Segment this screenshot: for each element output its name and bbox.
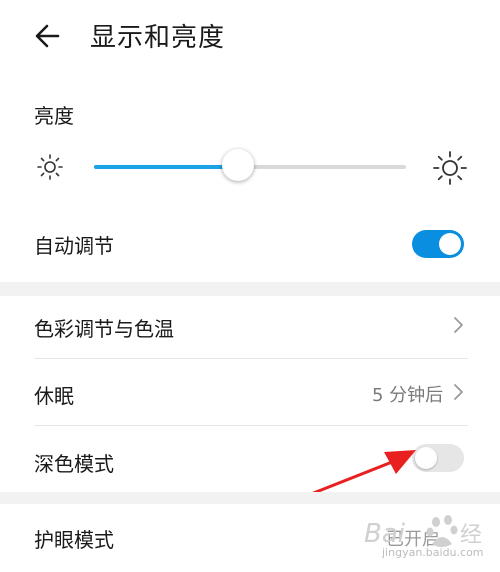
- sun-small-icon: [37, 154, 63, 180]
- auto-adjust-label: 自动调节: [34, 234, 114, 258]
- section-divider: [0, 282, 500, 296]
- svg-text:Bai: Bai: [364, 519, 406, 549]
- row-divider: [34, 425, 468, 426]
- sun-large-icon: [433, 151, 467, 185]
- brightness-label: 亮度: [34, 104, 74, 128]
- page-title: 显示和亮度: [90, 23, 226, 53]
- watermark-url: jingyan.baidu.com: [382, 546, 484, 559]
- baidu-watermark-logo: Bai 经: [364, 515, 482, 549]
- auto-adjust-toggle[interactable]: [412, 230, 464, 258]
- eye-comfort-item[interactable]: 护眼模式: [34, 524, 114, 553]
- color-temperature-item[interactable]: 色彩调节与色温: [34, 313, 174, 342]
- brightness-slider-thumb[interactable]: [221, 149, 254, 181]
- svg-text:经: 经: [460, 523, 482, 548]
- back-button[interactable]: [30, 18, 70, 54]
- brightness-slider[interactable]: [94, 149, 406, 181]
- row-divider: [34, 358, 468, 359]
- back-arrow-icon: [35, 24, 60, 48]
- chevron-right-icon: [454, 317, 463, 333]
- sleep-value: 5 分钟后: [372, 385, 444, 406]
- chevron-right-icon: [454, 384, 463, 400]
- toggle-knob: [439, 233, 461, 255]
- dark-mode-label: 深色模式: [34, 452, 114, 476]
- sleep-item[interactable]: 休眠: [34, 380, 74, 409]
- section-divider: [0, 492, 500, 504]
- brightness-slider-fill: [94, 165, 238, 169]
